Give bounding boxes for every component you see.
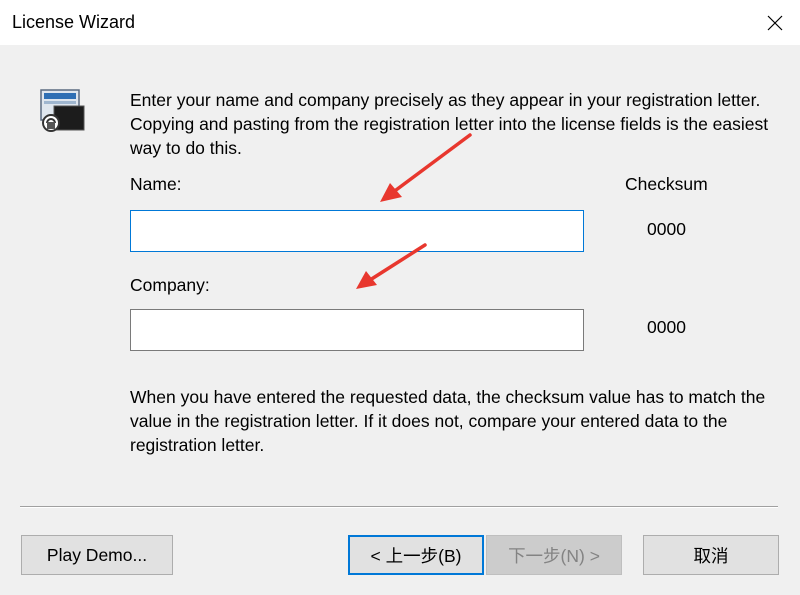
play-demo-button[interactable]: Play Demo... bbox=[21, 535, 173, 575]
checksum-header: Checksum bbox=[625, 174, 708, 194]
cancel-button[interactable]: 取消 bbox=[643, 535, 779, 575]
back-button[interactable]: < 上一步(B) bbox=[348, 535, 484, 575]
close-icon bbox=[767, 15, 783, 31]
wizard-body: Enter your name and company precisely as… bbox=[0, 45, 800, 595]
company-checksum-value: 0000 bbox=[647, 317, 686, 337]
title-bar: License Wizard bbox=[0, 0, 800, 45]
name-field[interactable] bbox=[130, 210, 584, 252]
license-wizard-window: License Wizard Enter your name and compa… bbox=[0, 0, 800, 595]
outro-text: When you have entered the requested data… bbox=[130, 387, 766, 455]
company-field[interactable] bbox=[130, 309, 584, 351]
close-button[interactable] bbox=[755, 4, 795, 42]
name-checksum-value: 0000 bbox=[647, 219, 686, 239]
next-button: 下一步(N) > bbox=[486, 535, 622, 575]
company-label: Company: bbox=[130, 275, 210, 295]
intro-text: Enter your name and company precisely as… bbox=[130, 90, 769, 158]
license-app-icon bbox=[40, 89, 85, 132]
name-label: Name: bbox=[130, 174, 182, 194]
separator bbox=[20, 506, 778, 508]
window-title: License Wizard bbox=[12, 12, 136, 32]
